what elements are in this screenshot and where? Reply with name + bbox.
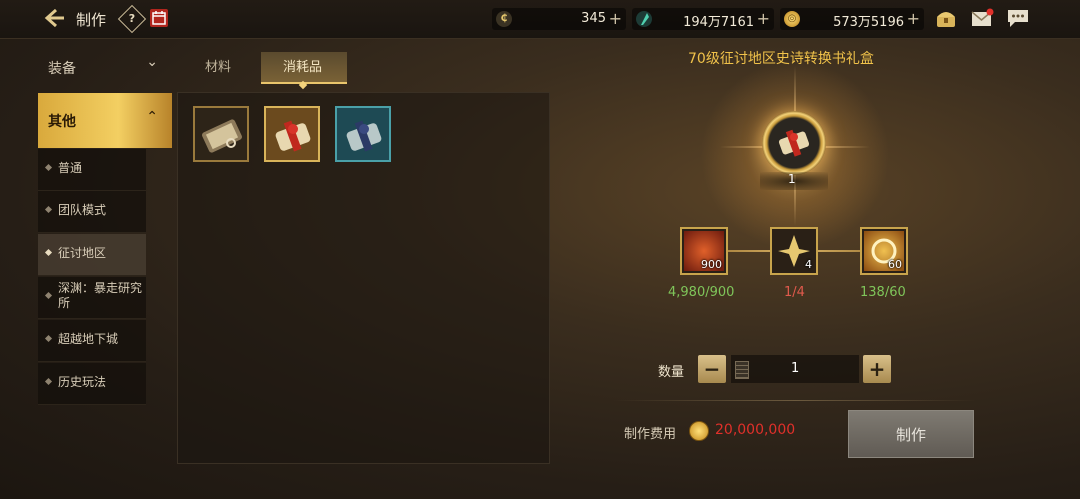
- top-bar: 制作 ? ₵ 345 + 194万7161 + ◎ 573万5196 +: [0, 0, 1080, 39]
- mail-icon[interactable]: [970, 7, 994, 29]
- make-button[interactable]: 制作: [848, 410, 974, 458]
- sidebar-item-normal[interactable]: 普通: [38, 149, 146, 191]
- sidebar-item-team-mode[interactable]: 团队模式: [38, 191, 146, 233]
- calculator-icon[interactable]: [735, 361, 749, 379]
- blue-box-item[interactable]: [335, 106, 391, 162]
- scroll-icon: [198, 111, 244, 157]
- output-qty: 1: [788, 172, 796, 186]
- category-sidebar: 装备 ⌄ 其他 ⌃ 普通 团队模式 征讨地区 深渊：暴走研究所 超越地下城 历史…: [38, 38, 172, 408]
- sidebar-item-label: 普通: [58, 161, 83, 175]
- category-other-label: 其他: [48, 114, 76, 130]
- sidebar-item-label: 历史玩法: [58, 375, 107, 389]
- diamond-bullet-icon: [44, 163, 53, 172]
- currency-gold: ◎ 573万5196 +: [780, 8, 924, 30]
- gold-coin-icon: [689, 421, 709, 441]
- gem-icon: [636, 11, 652, 27]
- gem-add-button[interactable]: +: [757, 9, 770, 28]
- diamond-bullet-icon: [44, 334, 53, 343]
- category-other[interactable]: 其他 ⌃: [38, 93, 172, 148]
- diamond-bullet-icon: [44, 205, 53, 214]
- gift-scroll-icon: [776, 125, 812, 161]
- quantity-input[interactable]: 1: [731, 355, 859, 383]
- chevron-up-icon: ⌃: [146, 109, 158, 125]
- diamond-bullet-icon: [44, 291, 53, 300]
- tab-consumables[interactable]: 消耗品: [261, 52, 347, 90]
- material-have-count: 4,980/900: [668, 285, 735, 300]
- sidebar-item-label: 超越地下城: [58, 332, 119, 346]
- gold-ring-material[interactable]: 60: [860, 227, 908, 275]
- make-button-label: 制作: [895, 426, 926, 444]
- category-equip-label: 装备: [48, 61, 76, 77]
- sidebar-item-beyond-dungeon[interactable]: 超越地下城: [38, 320, 146, 362]
- output-item[interactable]: [762, 111, 826, 175]
- tab-active-indicator: [298, 80, 308, 90]
- currency-gem: 194万7161 +: [632, 8, 774, 30]
- quantity-value: 1: [791, 361, 800, 376]
- cost-value: 20,000,000: [715, 422, 796, 438]
- item-grid: [177, 92, 550, 464]
- sidebar-item-abyss[interactable]: 深渊：暴走研究所: [38, 277, 146, 319]
- diamond-bullet-icon: [44, 248, 53, 257]
- help-icon[interactable]: ?: [117, 4, 147, 34]
- quantity-label: 数量: [658, 365, 685, 380]
- quantity-minus-button[interactable]: −: [698, 355, 726, 383]
- c-coin-icon: ₵: [496, 11, 512, 27]
- gem-value: 194万7161: [683, 15, 754, 30]
- sidebar-item-label: 深渊：暴走研究所: [58, 281, 143, 310]
- material-have-count: 1/4: [784, 285, 805, 300]
- divider: [614, 400, 976, 401]
- currency-c-coin: ₵ 345 +: [492, 8, 626, 30]
- sidebar-item-history[interactable]: 历史玩法: [38, 363, 146, 405]
- material-count: 900: [701, 258, 722, 271]
- material-count: 60: [888, 258, 902, 271]
- material-have-count: 138/60: [860, 285, 906, 300]
- c-coin-add-button[interactable]: +: [609, 9, 622, 28]
- chevron-down-icon: ⌄: [146, 54, 158, 70]
- gold-leaf-material[interactable]: 4: [770, 227, 818, 275]
- gold-value: 573万5196: [833, 15, 904, 30]
- gift-box-item-selected[interactable]: [264, 106, 320, 162]
- sidebar-item-conquest-area[interactable]: 征讨地区: [38, 234, 146, 276]
- quantity-plus-button[interactable]: +: [863, 355, 891, 383]
- calendar-icon[interactable]: [150, 9, 168, 27]
- tab-materials[interactable]: 材料: [196, 52, 242, 82]
- red-crystal-material[interactable]: 900: [680, 227, 728, 275]
- chat-icon[interactable]: [1006, 7, 1030, 29]
- scroll-item-1[interactable]: [193, 106, 249, 162]
- gold-add-button[interactable]: +: [907, 9, 920, 28]
- help-label: ?: [128, 12, 136, 25]
- material-count: 4: [805, 258, 812, 271]
- page-title: 制作: [76, 11, 107, 29]
- category-equip[interactable]: 装备 ⌄: [38, 38, 172, 90]
- cost-label: 制作费用: [624, 427, 677, 442]
- sidebar-item-label: 团队模式: [58, 203, 107, 217]
- gift-scroll-icon: [269, 111, 315, 157]
- c-coin-value: 345: [581, 11, 606, 26]
- diamond-bullet-icon: [44, 377, 53, 386]
- treasure-chest-icon[interactable]: [934, 7, 958, 29]
- tab-materials-label: 材料: [205, 60, 232, 75]
- tab-consumables-label: 消耗品: [283, 60, 323, 75]
- blue-scroll-icon: [340, 111, 386, 157]
- gold-coin-icon: ◎: [784, 11, 800, 27]
- back-arrow-icon[interactable]: [44, 8, 66, 28]
- sidebar-item-label: 征讨地区: [58, 246, 107, 260]
